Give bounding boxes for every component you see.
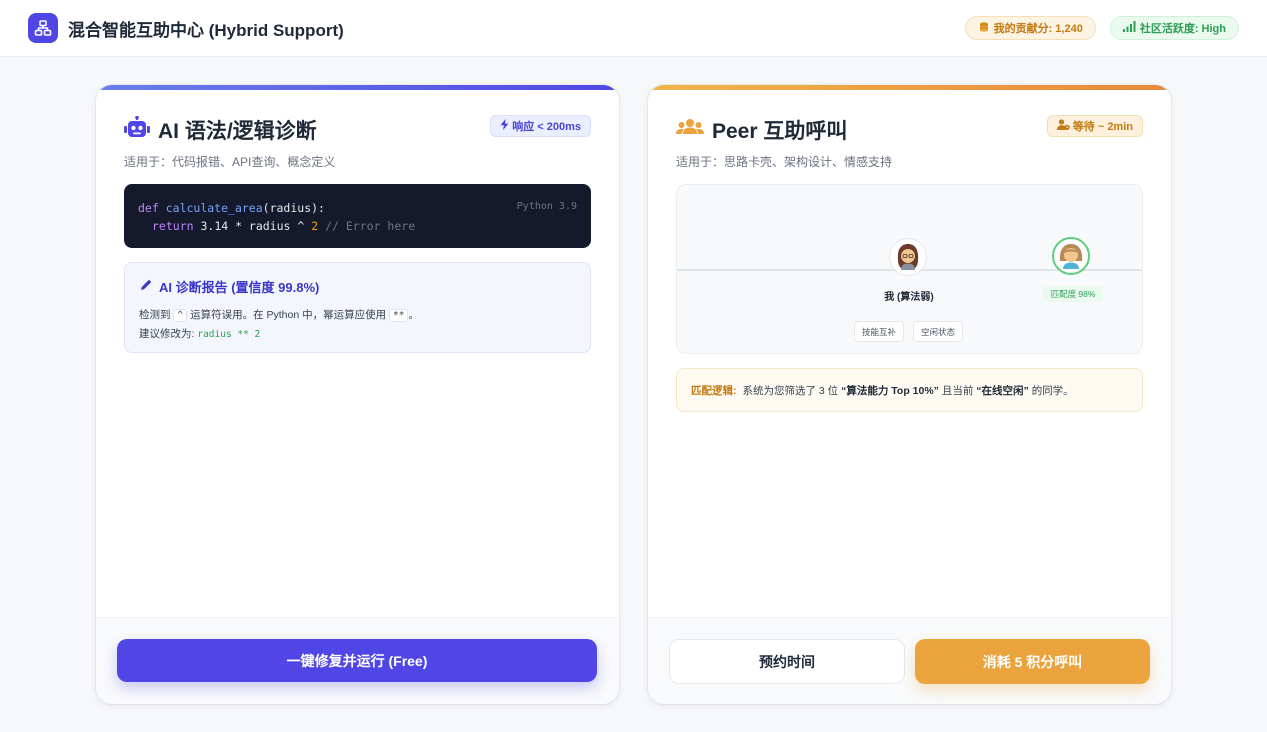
wait-time-text: 等待 ~ 2min: [1072, 121, 1133, 133]
user-clock-icon: [1056, 119, 1070, 133]
code-function: calculate_area: [165, 201, 263, 215]
signal-icon: [1122, 21, 1136, 35]
users-icon: [676, 117, 704, 144]
me-label: 我 (算法弱): [884, 292, 934, 303]
ai-card-subtitle: 适用于：代码报错、API查询、概念定义: [124, 155, 336, 169]
report-text: 检测到 ^ 运算符误用。在 Python 中，幂运算应使用 **。 建议修改为:…: [139, 306, 576, 344]
report-text-a: 检测到: [139, 309, 171, 321]
report-text-b: 运算符误用。在 Python 中，幂运算应使用: [190, 309, 387, 321]
peer-card-title: Peer 互助呼叫: [712, 120, 848, 143]
ai-card-title: AI 语法/逻辑诊断: [158, 120, 317, 143]
code-line-2: return 3.14 * radius ^ 2 // Error here: [138, 217, 577, 235]
match-logic-text-c: 的同学。: [1031, 384, 1074, 397]
match-score-label: 匹配度 98%: [1043, 286, 1103, 302]
code-comment: // Error here: [318, 219, 416, 233]
response-time-text: 响应 < 200ms: [512, 121, 581, 133]
card-accent-bar: [96, 85, 619, 90]
peer-card-subtitle: 适用于：思路卡壳、架构设计、情感支持: [676, 155, 893, 169]
pen-icon: [139, 278, 153, 295]
match-logic-bold-b: “在线空闲”: [976, 384, 1029, 397]
robot-icon: [124, 115, 150, 145]
ai-card-footer: 一键修复并运行 (Free): [96, 617, 619, 704]
ai-diagnosis-card: AI 语法/逻辑诊断 适用于：代码报错、API查询、概念定义 响应 < 200m…: [96, 85, 619, 704]
suggest-label: 建议修改为:: [139, 328, 195, 340]
match-logic-label: 匹配逻辑:: [691, 384, 737, 397]
code-params: (radius):: [262, 201, 325, 215]
peer-match-visual: 我 (算法弱) 匹配度 98% 技能互补 空闲状态: [676, 184, 1143, 354]
ai-report-box: AI 诊断报告 (置信度 99.8%) 检测到 ^ 运算符误用。在 Python…: [124, 262, 591, 353]
coins-icon: [978, 21, 990, 36]
avatar-me-icon[interactable]: [889, 238, 927, 276]
card-accent-bar: [648, 85, 1171, 90]
response-time-badge: 响应 < 200ms: [490, 115, 591, 137]
match-logic-text-b: 且当前: [941, 384, 974, 397]
contribution-text: 我的贡献分: 1,240: [993, 23, 1083, 35]
activity-badge[interactable]: 社区活跃度: High: [1109, 16, 1239, 40]
match-logic-bold-a: “算法能力 Top 10%”: [841, 384, 939, 397]
wait-time-badge: 等待 ~ 2min: [1046, 115, 1143, 137]
code-language: Python 3.9: [516, 201, 577, 212]
report-text-c: 。: [408, 309, 419, 321]
operator-pow: **: [389, 309, 409, 322]
suggest-code: radius ** 2: [197, 329, 261, 340]
call-with-points-button[interactable]: 消耗 5 积分呼叫: [915, 639, 1150, 684]
avatar-match-icon[interactable]: [1052, 237, 1090, 275]
tag-skill-complement: 技能互补: [854, 321, 905, 342]
top-header: 混合智能互助中心 (Hybrid Support) 我的贡献分: 1,240 社…: [0, 0, 1267, 57]
tag-idle-status: 空闲状态: [913, 321, 964, 342]
sitemap-icon: [28, 13, 58, 43]
code-keyword: return: [152, 219, 194, 233]
report-title: AI 诊断报告 (置信度 99.8%): [159, 280, 320, 295]
schedule-button[interactable]: 预约时间: [669, 639, 905, 684]
activity-text: 社区活跃度: High: [1139, 23, 1226, 35]
operator-caret: ^: [173, 309, 188, 322]
code-expression: 3.14 * radius ^: [193, 219, 312, 233]
code-line-1: def calculate_area(radius):: [138, 199, 577, 217]
code-keyword: def: [138, 201, 159, 215]
code-snippet[interactable]: Python 3.9 def calculate_area(radius): r…: [124, 184, 591, 248]
peer-card-footer: 预约时间 消耗 5 积分呼叫: [648, 617, 1171, 704]
match-logic-box: 匹配逻辑: 系统为您筛选了 3 位 “算法能力 Top 10%” 且当前 “在线…: [676, 368, 1143, 412]
contribution-badge[interactable]: 我的贡献分: 1,240: [964, 16, 1096, 40]
peer-call-card: Peer 互助呼叫 适用于：思路卡壳、架构设计、情感支持 等待 ~ 2min 我…: [648, 85, 1171, 704]
match-logic-text-a: 系统为您筛选了 3 位: [742, 384, 839, 397]
page-title: 混合智能互助中心 (Hybrid Support): [68, 20, 344, 40]
bolt-icon: [500, 119, 509, 133]
fix-and-run-button[interactable]: 一键修复并运行 (Free): [117, 639, 597, 682]
